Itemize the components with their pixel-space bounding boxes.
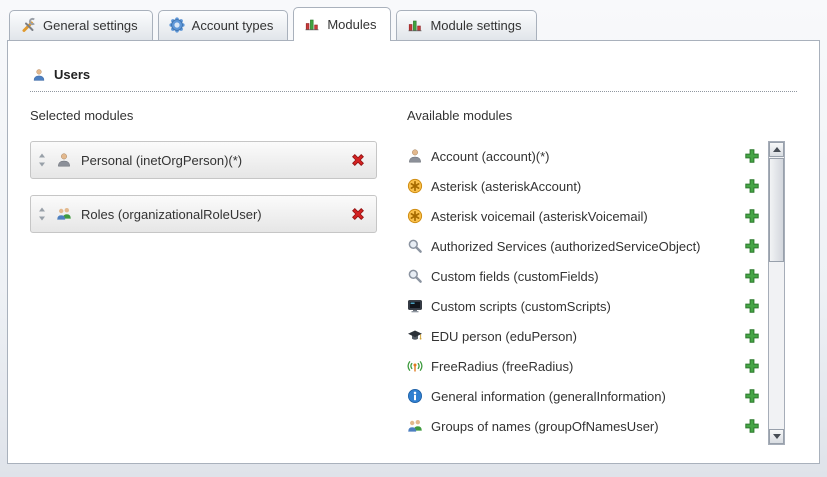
add-module-button[interactable] <box>744 358 760 374</box>
tab-label: Module settings <box>430 18 521 33</box>
info-icon <box>407 388 423 404</box>
available-module-authorized-services: Authorized Services (authorizedServiceOb… <box>407 231 766 261</box>
available-module-label: Account (account)(*) <box>431 149 736 164</box>
add-module-button[interactable] <box>744 388 760 404</box>
add-icon <box>744 238 760 254</box>
available-modules-column: Available modules Account (account)(*) A… <box>407 106 797 445</box>
available-module-label: Custom fields (customFields) <box>431 269 736 284</box>
available-module-general-information: General information (generalInformation) <box>407 381 766 411</box>
available-module-asterisk-voicemail: Asterisk voicemail (asteriskVoicemail) <box>407 201 766 231</box>
screen-icon <box>407 298 423 314</box>
remove-module-button[interactable] <box>350 152 366 168</box>
selected-module-personal[interactable]: Personal (inetOrgPerson)(*) <box>30 141 377 179</box>
available-module-label: Groups of names (groupOfNamesUser) <box>431 419 736 434</box>
available-module-label: General information (generalInformation) <box>431 389 736 404</box>
available-module-label: Custom scripts (customScripts) <box>431 299 736 314</box>
add-module-button[interactable] <box>744 328 760 344</box>
tab-label: General settings <box>43 18 138 33</box>
available-modules-wrap: Account (account)(*) Asterisk (asteriskA… <box>407 141 797 445</box>
module-columns: Selected modules Personal (inetOrgPerson… <box>30 106 797 445</box>
add-icon <box>744 178 760 194</box>
tab-bar: General settings Account types Modules M… <box>0 0 827 40</box>
scrollbar[interactable] <box>768 141 785 445</box>
add-module-button[interactable] <box>744 268 760 284</box>
main-panel: Users Selected modules Personal (inetOrg… <box>7 40 820 464</box>
scroll-down-button[interactable] <box>769 429 784 444</box>
scroll-thumb[interactable] <box>769 158 784 262</box>
magnifier-icon <box>407 238 423 254</box>
person-icon <box>407 148 423 164</box>
available-module-custom-scripts: Custom scripts (customScripts) <box>407 291 766 321</box>
add-icon <box>744 328 760 344</box>
tools-icon <box>20 17 36 33</box>
selected-modules-column: Selected modules Personal (inetOrgPerson… <box>30 106 407 445</box>
available-module-account: Account (account)(*) <box>407 141 766 171</box>
selected-module-label: Roles (organizationalRoleUser) <box>81 207 341 222</box>
drag-handle-icon[interactable] <box>37 152 47 168</box>
group-icon <box>407 418 423 434</box>
add-module-button[interactable] <box>744 178 760 194</box>
add-icon <box>744 298 760 314</box>
available-module-label: Asterisk (asteriskAccount) <box>431 179 736 194</box>
tab-modules[interactable]: Modules <box>293 7 391 41</box>
available-module-groups-of-names: Groups of names (groupOfNamesUser) <box>407 411 766 441</box>
selected-module-roles[interactable]: Roles (organizationalRoleUser) <box>30 195 377 233</box>
tab-account-types[interactable]: Account types <box>158 10 289 40</box>
add-module-button[interactable] <box>744 298 760 314</box>
add-module-button[interactable] <box>744 148 760 164</box>
delete-icon <box>350 152 366 168</box>
delete-icon <box>350 206 366 222</box>
add-icon <box>744 148 760 164</box>
tab-label: Modules <box>327 17 376 32</box>
available-module-freeradius: FreeRadius (freeRadius) <box>407 351 766 381</box>
selected-modules-heading: Selected modules <box>30 108 407 123</box>
group-icon <box>56 206 72 222</box>
scroll-up-button[interactable] <box>769 142 784 157</box>
triangle-down-icon <box>773 434 781 439</box>
add-icon <box>744 418 760 434</box>
available-modules-heading: Available modules <box>407 108 797 123</box>
triangle-up-icon <box>773 147 781 152</box>
tab-general-settings[interactable]: General settings <box>9 10 153 40</box>
tab-label: Account types <box>192 18 274 33</box>
add-icon <box>744 268 760 284</box>
drag-handle-icon[interactable] <box>37 206 47 222</box>
available-module-edu-person: EDU person (eduPerson) <box>407 321 766 351</box>
add-icon <box>744 388 760 404</box>
available-module-label: FreeRadius (freeRadius) <box>431 359 736 374</box>
available-module-asterisk: Asterisk (asteriskAccount) <box>407 171 766 201</box>
available-module-label: EDU person (eduPerson) <box>431 329 736 344</box>
add-module-button[interactable] <box>744 418 760 434</box>
magnifier-icon <box>407 268 423 284</box>
graduate-cap-icon <box>407 328 423 344</box>
add-module-button[interactable] <box>744 208 760 224</box>
available-module-custom-fields: Custom fields (customFields) <box>407 261 766 291</box>
asterisk-icon <box>407 208 423 224</box>
available-module-label: Authorized Services (authorizedServiceOb… <box>431 239 736 254</box>
available-module-label: Asterisk voicemail (asteriskVoicemail) <box>431 209 736 224</box>
selected-module-label: Personal (inetOrgPerson)(*) <box>81 153 341 168</box>
page-title: Users <box>54 67 90 82</box>
add-icon <box>744 208 760 224</box>
bar-chart-icon <box>304 16 320 32</box>
section-header: Users <box>30 67 797 92</box>
badge-icon <box>169 17 185 33</box>
available-modules-list: Account (account)(*) Asterisk (asteriskA… <box>407 141 766 445</box>
person-icon <box>56 152 72 168</box>
radio-antenna-icon <box>407 358 423 374</box>
add-icon <box>744 358 760 374</box>
remove-module-button[interactable] <box>350 206 366 222</box>
tab-module-settings[interactable]: Module settings <box>396 10 536 40</box>
bar-chart-icon <box>407 17 423 33</box>
add-module-button[interactable] <box>744 238 760 254</box>
asterisk-icon <box>407 178 423 194</box>
user-icon <box>32 68 46 82</box>
